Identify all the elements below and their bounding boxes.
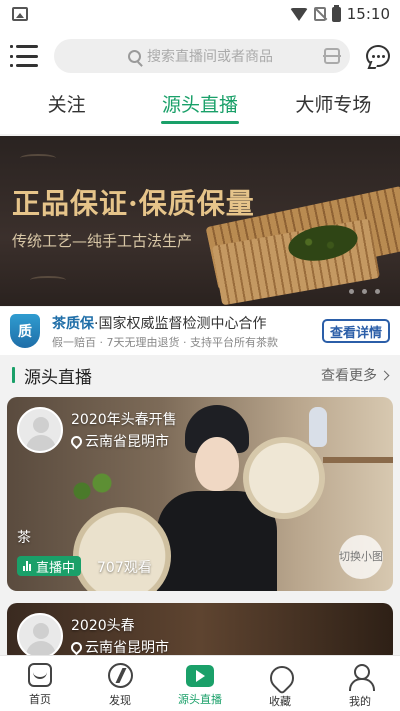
shelf-image	[323, 457, 393, 463]
live-location: 云南省昆明市	[68, 637, 169, 657]
location-pin-icon	[68, 639, 85, 655]
live-card[interactable]: 2020头春 云南省昆明市	[7, 603, 393, 663]
section-accent-bar	[12, 367, 15, 383]
wifi-icon	[289, 7, 308, 21]
live-card[interactable]: 2020年头春开售 云南省昆明市 茶 直播中 707观看 切换小图	[7, 397, 393, 591]
carousel-dots	[349, 289, 380, 294]
quality-headline-text: ·国家权威监督检测中心合作	[94, 315, 267, 332]
live-location-text: 云南省昆明市	[85, 434, 169, 450]
nav-label: 收藏	[269, 695, 291, 708]
top-header: 搜索直播间或者商品	[0, 28, 400, 84]
decor-swirl	[20, 154, 56, 162]
home-icon	[28, 663, 52, 687]
chat-icon[interactable]	[366, 45, 390, 67]
tea-cake-image	[243, 437, 325, 519]
view-more-label: 查看更多	[321, 368, 377, 384]
no-sim-icon	[313, 7, 326, 21]
nav-label: 我的	[349, 695, 371, 708]
section-title: 源头直播	[24, 367, 92, 388]
view-details-button[interactable]: 查看详情	[322, 319, 390, 343]
nav-discover[interactable]: 发现	[80, 656, 160, 711]
quality-subline: 假一赔百 · 7天无理由退货 · 支持平台所有茶款	[52, 335, 278, 349]
avatar[interactable]	[17, 407, 63, 453]
battery-icon	[331, 4, 341, 22]
nav-label: 发现	[109, 694, 131, 707]
live-tag: 茶	[17, 530, 31, 546]
vase-image	[309, 407, 327, 447]
live-title: 2020年头春开售	[71, 412, 177, 428]
nav-home[interactable]: 首页	[0, 656, 80, 711]
quality-text: 茶质保·国家权威监督检测中心合作 假一赔百 · 7天无理由退货 · 支持平台所有…	[52, 313, 322, 350]
menu-icon[interactable]	[10, 45, 38, 67]
nav-label: 首页	[29, 693, 51, 706]
plant-image	[67, 467, 117, 507]
live-icon	[186, 665, 214, 687]
tab-bar: 关注 源头直播 大师专场	[0, 84, 400, 134]
discover-icon	[107, 663, 133, 688]
search-icon	[128, 49, 141, 63]
status-right: 15:10	[289, 4, 390, 23]
location-pin-icon	[68, 433, 85, 449]
profile-icon	[347, 663, 375, 691]
search-input[interactable]: 搜索直播间或者商品	[54, 39, 350, 73]
live-status-badge: 直播中	[17, 556, 82, 576]
banner-subtitle: 传统工艺—纯手工古法生产	[12, 232, 193, 250]
bottom-nav: 首页 发现 源头直播 收藏 我的	[0, 655, 400, 711]
viewer-count: 707观看	[97, 560, 152, 576]
switch-small-view-button[interactable]: 切换小图	[339, 535, 383, 579]
search-placeholder: 搜索直播间或者商品	[147, 49, 273, 65]
nav-source-live[interactable]: 源头直播	[160, 656, 240, 711]
equalizer-icon	[23, 561, 31, 571]
view-more-link[interactable]: 查看更多	[321, 365, 390, 385]
quality-brand: 茶质保	[52, 315, 94, 332]
promo-banner[interactable]: 正品保证·保质保量 传统工艺—纯手工古法生产	[0, 136, 400, 306]
tab-follow[interactable]: 关注	[0, 84, 133, 134]
live-location: 云南省昆明市	[68, 431, 169, 451]
quality-shield-icon: 质	[10, 314, 40, 348]
chevron-right-icon	[379, 370, 390, 380]
tab-source-live[interactable]: 源头直播	[133, 84, 266, 134]
quality-headline: 茶质保·国家权威监督检测中心合作	[52, 313, 322, 333]
decor-swirl	[30, 276, 66, 284]
scan-icon[interactable]	[323, 48, 341, 64]
nav-label: 源头直播	[178, 693, 222, 706]
image-icon	[12, 7, 28, 21]
status-time: 15:10	[346, 5, 390, 23]
nav-profile[interactable]: 我的	[320, 656, 400, 711]
avatar[interactable]	[17, 613, 63, 659]
quality-guarantee-bar: 质 茶质保·国家权威监督检测中心合作 假一赔百 · 7天无理由退货 · 支持平台…	[0, 307, 400, 355]
banner-title: 正品保证·保质保量	[12, 187, 255, 220]
nav-favorites[interactable]: 收藏	[240, 656, 320, 711]
favorite-icon	[267, 663, 293, 689]
live-title: 2020头春	[71, 618, 135, 634]
status-bar: 15:10	[0, 0, 400, 28]
tab-master-special[interactable]: 大师专场	[267, 84, 400, 134]
live-status-text: 直播中	[36, 560, 76, 576]
section-header: 源头直播 查看更多	[0, 358, 400, 392]
live-location-text: 云南省昆明市	[85, 640, 169, 656]
